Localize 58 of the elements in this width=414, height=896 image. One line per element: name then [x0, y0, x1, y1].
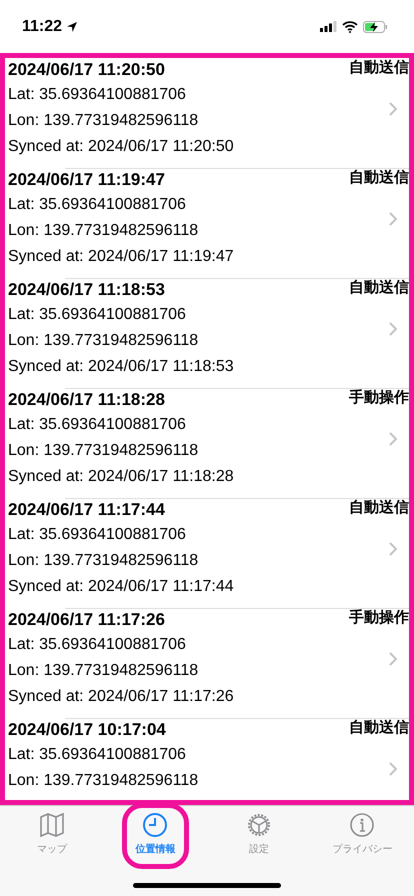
longitude-text: Lon: 139.77319482596118 [8, 551, 200, 571]
record-row[interactable]: 2024/06/17 10:17:04 Lat: 35.69364100881706 Lon: 139.77319482596118 自動送信 [5, 718, 409, 800]
wifi-icon [342, 20, 358, 32]
chevron-icon [389, 102, 397, 116]
record-timestamp: 2024/06/17 10:17:04 [8, 719, 167, 741]
synced-text: Synced at: 2024/06/17 11:18:28 [8, 467, 235, 487]
status-time: 11:22 [22, 18, 78, 36]
longitude-text: Lon: 139.77319482596118 [8, 221, 200, 241]
latitude-text: Lat: 35.69364100881706 [8, 745, 187, 765]
longitude-text: Lon: 139.77319482596118 [8, 331, 200, 351]
chevron-icon [389, 212, 397, 226]
latitude-text: Lat: 35.69364100881706 [8, 415, 187, 435]
latitude-text: Lat: 35.69364100881706 [8, 525, 187, 545]
signal-icon [320, 21, 337, 32]
record-timestamp: 2024/06/17 11:17:26 [8, 609, 166, 631]
chevron-icon [389, 432, 397, 446]
battery-charging-icon [363, 20, 388, 32]
chevron-icon [389, 762, 397, 776]
send-mode-label: 自動送信 [349, 58, 409, 78]
latitude-text: Lat: 35.69364100881706 [8, 305, 187, 325]
send-mode-label: 手動操作 [349, 608, 409, 628]
synced-text: Synced at: 2024/06/17 11:17:44 [8, 577, 235, 597]
latitude-text: Lat: 35.69364100881706 [8, 85, 187, 105]
synced-text: Synced at: 2024/06/17 11:18:53 [8, 357, 235, 377]
longitude-text: Lon: 139.77319482596118 [8, 771, 200, 791]
gear-icon [246, 812, 272, 838]
record-row[interactable]: 2024/06/17 11:19:47 Lat: 35.69364100881706 Lon: 139.77319482596118 Synced at: 2024/06/17 11:19:47 自動送信 [5, 168, 409, 278]
send-mode-label: 自動送信 [349, 718, 409, 738]
record-timestamp: 2024/06/17 11:17:44 [8, 499, 166, 521]
record-timestamp: 2024/06/17 11:20:50 [8, 59, 166, 81]
latitude-text: Lat: 35.69364100881706 [8, 195, 187, 215]
chevron-icon [389, 322, 397, 336]
synced-text: Synced at: 2024/06/17 11:20:50 [8, 137, 235, 157]
record-timestamp: 2024/06/17 11:19:47 [8, 169, 166, 191]
send-mode-label: 自動送信 [349, 168, 409, 188]
longitude-text: Lon: 139.77319482596118 [8, 441, 200, 461]
synced-text: Synced at: 2024/06/17 11:19:47 [8, 247, 235, 267]
send-mode-label: 手動操作 [349, 388, 409, 408]
location-arrow-icon [66, 20, 78, 32]
tab-item[interactable]: 位置情報 [135, 812, 176, 856]
longitude-text: Lon: 139.77319482596118 [8, 111, 200, 131]
record-timestamp: 2024/06/17 11:18:53 [8, 279, 166, 301]
record-row[interactable]: 2024/06/17 11:18:28 Lat: 35.69364100881706 Lon: 139.77319482596118 Synced at: 2024/06/17 11:18:28 手動操作 [5, 388, 409, 498]
map-icon [38, 812, 65, 838]
send-mode-label: 自動送信 [349, 278, 409, 298]
longitude-text: Lon: 139.77319482596118 [8, 661, 200, 681]
clock-icon [142, 812, 168, 838]
send-mode-label: 自動送信 [349, 498, 409, 518]
latitude-text: Lat: 35.69364100881706 [8, 635, 187, 655]
record-row[interactable]: 2024/06/17 11:17:44 Lat: 35.69364100881706 Lon: 139.77319482596118 Synced at: 2024/06/17 11:17:44 自動送信 [5, 498, 409, 608]
chevron-icon [389, 542, 397, 556]
info-icon [349, 812, 376, 838]
synced-text: Synced at: 2024/06/17 11:17:26 [8, 687, 235, 707]
record-row[interactable]: 2024/06/17 11:20:50 Lat: 35.69364100881706 Lon: 139.77319482596118 Synced at: 2024/06/17 11:20:50 自動送信 [5, 58, 409, 168]
record-row[interactable]: 2024/06/17 11:18:53 Lat: 35.69364100881706 Lon: 139.77319482596118 Synced at: 2024/06/17 11:18:53 自動送信 [5, 278, 409, 388]
record-row[interactable]: 2024/06/17 11:17:26 Lat: 35.69364100881706 Lon: 139.77319482596118 Synced at: 2024/06/17 11:17:26 手動操作 [5, 608, 409, 718]
chevron-icon [389, 652, 397, 666]
record-timestamp: 2024/06/17 11:18:28 [8, 389, 166, 411]
